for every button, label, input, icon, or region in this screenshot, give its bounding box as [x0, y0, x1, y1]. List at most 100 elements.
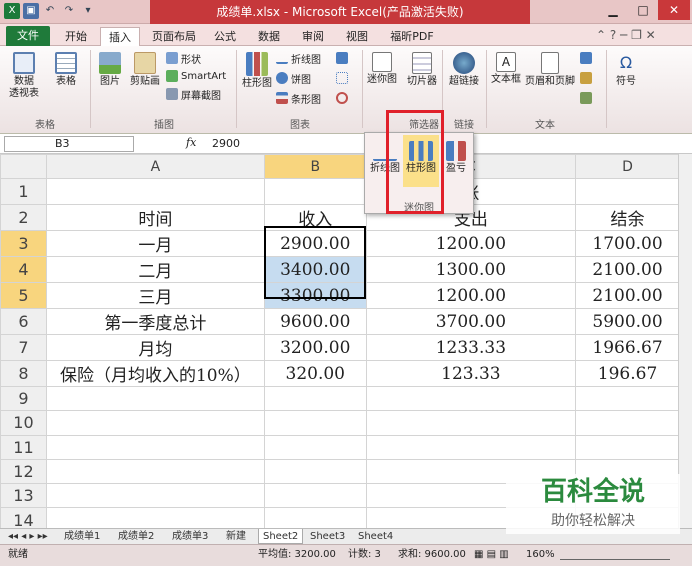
cell[interactable]: 一月 — [45, 230, 265, 257]
pivot-table-button[interactable]: 数据 透视表 — [6, 52, 42, 100]
column-header[interactable]: A — [45, 154, 265, 179]
sheet-tab-1[interactable]: 成绩单1 — [60, 529, 104, 544]
header-footer-button[interactable]: 页眉和页脚 — [524, 52, 576, 88]
clipart-button[interactable]: 剪贴画 — [128, 52, 162, 88]
cell[interactable]: 第一季度总计 — [45, 308, 265, 335]
name-box[interactable]: B3 — [4, 136, 134, 152]
cell[interactable]: 196.67 — [575, 360, 680, 387]
tab-foxit-pdf[interactable]: 福昕PDF — [384, 27, 440, 46]
customize-qat-icon[interactable]: ▾ — [80, 3, 96, 19]
fx-icon[interactable]: fx — [186, 136, 196, 149]
cell[interactable] — [263, 458, 367, 485]
slicer-button[interactable]: 切片器 — [404, 52, 440, 88]
pie-chart-button[interactable]: 饼图 — [276, 70, 311, 86]
object-button[interactable] — [580, 90, 592, 106]
shapes-button[interactable]: 形状 — [166, 50, 201, 66]
wordart-button[interactable] — [580, 50, 592, 66]
column-header[interactable]: B — [263, 154, 367, 179]
row-header[interactable]: 8 — [0, 360, 47, 387]
cell[interactable]: 三月 — [45, 282, 265, 309]
tab-file[interactable]: 文件 — [6, 26, 50, 46]
cell[interactable]: 320.00 — [263, 360, 367, 387]
cell[interactable]: 1200.00 — [365, 282, 577, 309]
row-header[interactable]: 12 — [0, 458, 47, 485]
cell[interactable]: 1200.00 — [365, 230, 577, 257]
tab-review[interactable]: 审阅 — [296, 27, 330, 46]
zoom-slider[interactable] — [560, 550, 670, 560]
area-chart-button[interactable] — [336, 50, 348, 66]
cell[interactable] — [45, 507, 265, 528]
sheet-tab-3[interactable]: 成绩单3 — [168, 529, 212, 544]
row-header[interactable]: 2 — [0, 204, 47, 231]
close-button[interactable]: ✕ — [658, 0, 690, 20]
cell[interactable]: 3200.00 — [263, 334, 367, 361]
cell[interactable]: 2100.00 — [575, 282, 680, 309]
save-icon[interactable]: ▣ — [23, 3, 39, 19]
cell[interactable]: 5900.00 — [575, 308, 680, 335]
cell[interactable] — [263, 507, 367, 528]
cell[interactable] — [263, 385, 367, 412]
sheet-tab-2[interactable]: 成绩单2 — [114, 529, 158, 544]
maximize-button[interactable]: □ — [628, 0, 658, 20]
zoom-level[interactable]: 160% — [526, 545, 555, 565]
sheet-tab-6[interactable]: Sheet3 — [306, 529, 349, 544]
scatter-chart-button[interactable] — [336, 70, 348, 86]
column-header[interactable]: D — [575, 154, 680, 179]
row-header[interactable]: 3 — [0, 230, 47, 257]
cell[interactable]: 结余 — [575, 204, 680, 231]
column-chart-button[interactable]: 柱形图 — [240, 52, 274, 90]
signature-button[interactable] — [580, 70, 592, 86]
row-header[interactable]: 11 — [0, 434, 47, 460]
cell[interactable] — [45, 434, 265, 460]
formula-input[interactable]: 2900 — [212, 137, 240, 150]
cell[interactable] — [365, 410, 577, 436]
row-header[interactable]: 13 — [0, 483, 47, 509]
row-header[interactable]: 10 — [0, 410, 47, 436]
row-header[interactable]: 1 — [0, 178, 47, 205]
line-chart-button[interactable]: 折线图 — [276, 50, 321, 66]
tab-insert[interactable]: 插入 — [100, 27, 140, 47]
minimize-button[interactable]: ▁ — [598, 0, 628, 20]
tab-home[interactable]: 开始 — [58, 27, 94, 46]
row-header[interactable]: 5 — [0, 282, 47, 309]
cell[interactable] — [45, 458, 265, 485]
sheet-tab-4[interactable]: 新建 — [222, 529, 250, 544]
cell[interactable] — [45, 483, 265, 509]
view-buttons[interactable]: ▦ ▤ ▥ — [474, 545, 509, 565]
tab-view[interactable]: 视图 — [340, 27, 374, 46]
cell[interactable] — [575, 434, 680, 460]
cell[interactable] — [45, 178, 265, 205]
cell[interactable]: 9600.00 — [263, 308, 367, 335]
cell[interactable] — [263, 483, 367, 509]
sparkline-winloss-button[interactable]: 盈亏 — [441, 141, 471, 175]
redo-icon[interactable]: ↷ — [61, 3, 77, 19]
cell[interactable] — [575, 410, 680, 436]
cell[interactable] — [365, 385, 577, 412]
row-header[interactable]: 4 — [0, 256, 47, 283]
vertical-scrollbar[interactable] — [678, 154, 692, 528]
cell[interactable]: 1966.67 — [575, 334, 680, 361]
sheet-tab-7[interactable]: Sheet4 — [354, 529, 397, 544]
cell[interactable] — [263, 410, 367, 436]
cell[interactable]: 1700.00 — [575, 230, 680, 257]
ribbon-controls[interactable]: ⌃ ? ─ ❐ ✕ — [596, 28, 656, 42]
textbox-button[interactable]: A 文本框 — [488, 52, 524, 86]
select-all-corner[interactable] — [0, 154, 47, 179]
cell[interactable] — [263, 434, 367, 460]
tab-formulas[interactable]: 公式 — [208, 27, 242, 46]
cell[interactable]: 保险（月均收入的10%） — [45, 360, 265, 387]
tab-data[interactable]: 数据 — [252, 27, 286, 46]
sheet-nav-icons[interactable]: ◂◂ ◂ ▸ ▸▸ — [4, 529, 52, 544]
cell[interactable]: 3700.00 — [365, 308, 577, 335]
cell[interactable] — [365, 434, 577, 460]
cell[interactable]: 时间 — [45, 204, 265, 231]
symbol-button[interactable]: Ω 符号 — [608, 52, 644, 88]
cell[interactable] — [45, 385, 265, 412]
cell[interactable]: 1233.33 — [365, 334, 577, 361]
tab-page-layout[interactable]: 页面布局 — [148, 27, 200, 46]
table-button[interactable]: 表格 — [48, 52, 84, 88]
other-charts-button[interactable] — [336, 90, 348, 106]
cell[interactable]: 123.33 — [365, 360, 577, 387]
picture-button[interactable]: 图片 — [94, 52, 126, 88]
row-header[interactable]: 14 — [0, 507, 47, 528]
